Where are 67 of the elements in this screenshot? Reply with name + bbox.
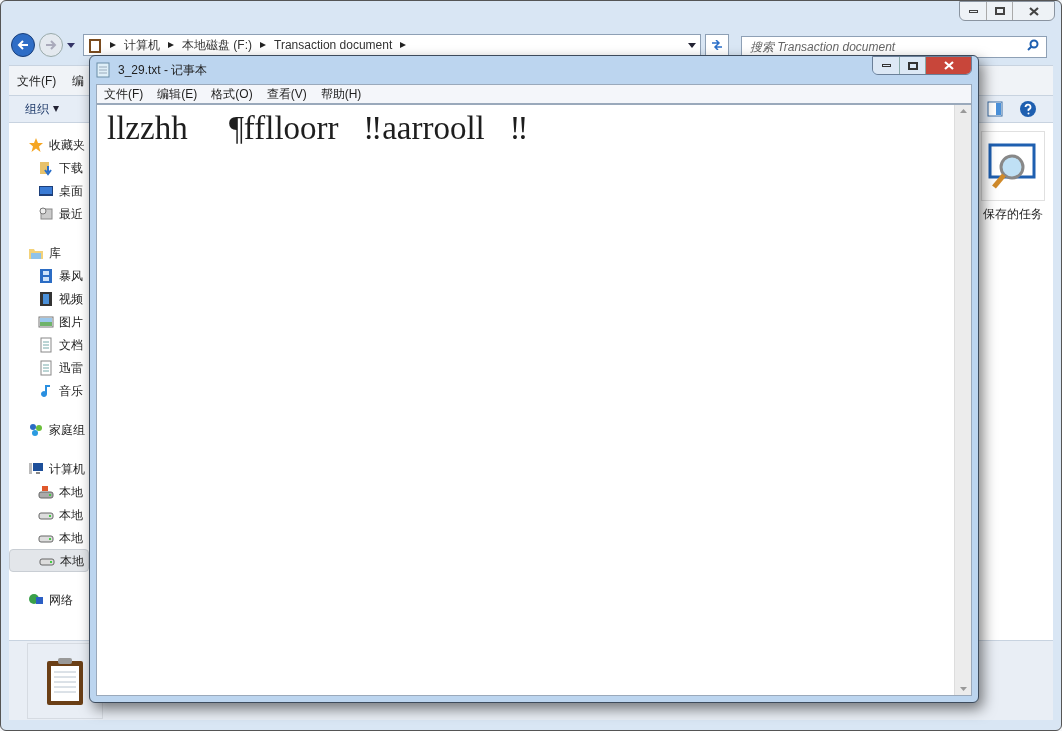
back-arrow-icon [17, 40, 29, 50]
sidebar-item[interactable]: 视频 [9, 287, 89, 310]
close-icon [943, 61, 954, 70]
dropdown-icon[interactable] [67, 42, 75, 48]
chevron-icon [110, 42, 116, 48]
sidebar-item[interactable]: 网络 [9, 588, 89, 611]
search-field[interactable]: 搜索 Transaction document [741, 36, 1047, 58]
search-icon [1027, 39, 1039, 51]
breadcrumb-item[interactable]: Transaction document [274, 36, 393, 54]
star-icon [28, 136, 44, 153]
close-button[interactable] [925, 57, 971, 74]
video-icon [38, 267, 54, 284]
magnifier-window-icon [988, 141, 1038, 191]
recent-icon [38, 205, 54, 222]
close-icon [1028, 6, 1039, 16]
image-icon [38, 313, 54, 330]
menu-item[interactable]: 帮助(H) [320, 85, 362, 103]
address-bar[interactable]: 计算机 本地磁盘 (F:) Transaction document [83, 34, 701, 56]
preview-pane-icon[interactable] [987, 101, 1003, 117]
sidebar-item[interactable]: 音乐 [9, 379, 89, 402]
breadcrumb-item[interactable]: 计算机 [124, 36, 160, 54]
sidebar-item[interactable]: 暴风 [9, 264, 89, 287]
maximize-button[interactable] [899, 57, 925, 74]
menu-item[interactable]: 编 [72, 71, 85, 90]
chevron-icon [260, 42, 266, 48]
sidebar-item[interactable]: 桌面 [9, 179, 89, 202]
sidebar-item[interactable]: 本地 [9, 503, 89, 526]
sidebar-item[interactable]: 本地 [9, 549, 89, 572]
saved-task-item[interactable]: 保存的任务 [981, 131, 1045, 640]
sidebar-item[interactable]: 库 [9, 241, 89, 264]
doc-icon [38, 359, 54, 376]
sidebar-item[interactable]: 下载 [9, 156, 89, 179]
caret-icon [53, 106, 59, 112]
sidebar-item[interactable]: 本地 [9, 480, 89, 503]
back-button[interactable] [11, 33, 35, 57]
minimize-button[interactable] [873, 57, 899, 74]
film-icon [38, 290, 54, 307]
sidebar-item[interactable]: 图片 [9, 310, 89, 333]
notepad-icon [96, 62, 110, 78]
computer-icon [28, 460, 44, 477]
sidebar-item[interactable]: 计算机 [9, 457, 89, 480]
organize-button[interactable]: 组织 [25, 100, 59, 118]
sysdrive-icon [38, 483, 54, 500]
menu-item[interactable]: 格式(O) [211, 85, 253, 103]
menu-item[interactable]: 文件(F) [17, 71, 57, 90]
caret-icon[interactable] [688, 42, 696, 48]
breadcrumb-item[interactable]: 本地磁盘 (F:) [182, 36, 252, 54]
doc-icon [38, 336, 54, 353]
menu-item[interactable]: 编辑(E) [157, 85, 198, 103]
window-title: 3_29.txt - 记事本 [118, 62, 208, 79]
refresh-button[interactable] [705, 34, 729, 56]
sidebar-item[interactable]: 收藏夹 [9, 133, 89, 156]
download-icon [38, 159, 54, 176]
homegroup-icon [28, 421, 44, 438]
menu-item[interactable]: 文件(F) [104, 85, 144, 103]
item-label: 保存的任务 [983, 206, 1043, 223]
refresh-icon [711, 40, 723, 50]
sidebar-item[interactable]: 迅雷 [9, 356, 89, 379]
menu-item[interactable]: 查看(V) [266, 85, 307, 103]
sidebar-item[interactable]: 家庭组 [9, 418, 89, 441]
sidebar-item[interactable]: 文档 [9, 333, 89, 356]
sidebar-item[interactable]: 本地 [9, 526, 89, 549]
forward-arrow-icon [45, 40, 57, 50]
chevron-icon [400, 42, 407, 48]
sidebar-item[interactable]: 最近 [9, 202, 89, 225]
chevron-icon [168, 42, 174, 48]
help-icon[interactable] [1019, 100, 1037, 118]
